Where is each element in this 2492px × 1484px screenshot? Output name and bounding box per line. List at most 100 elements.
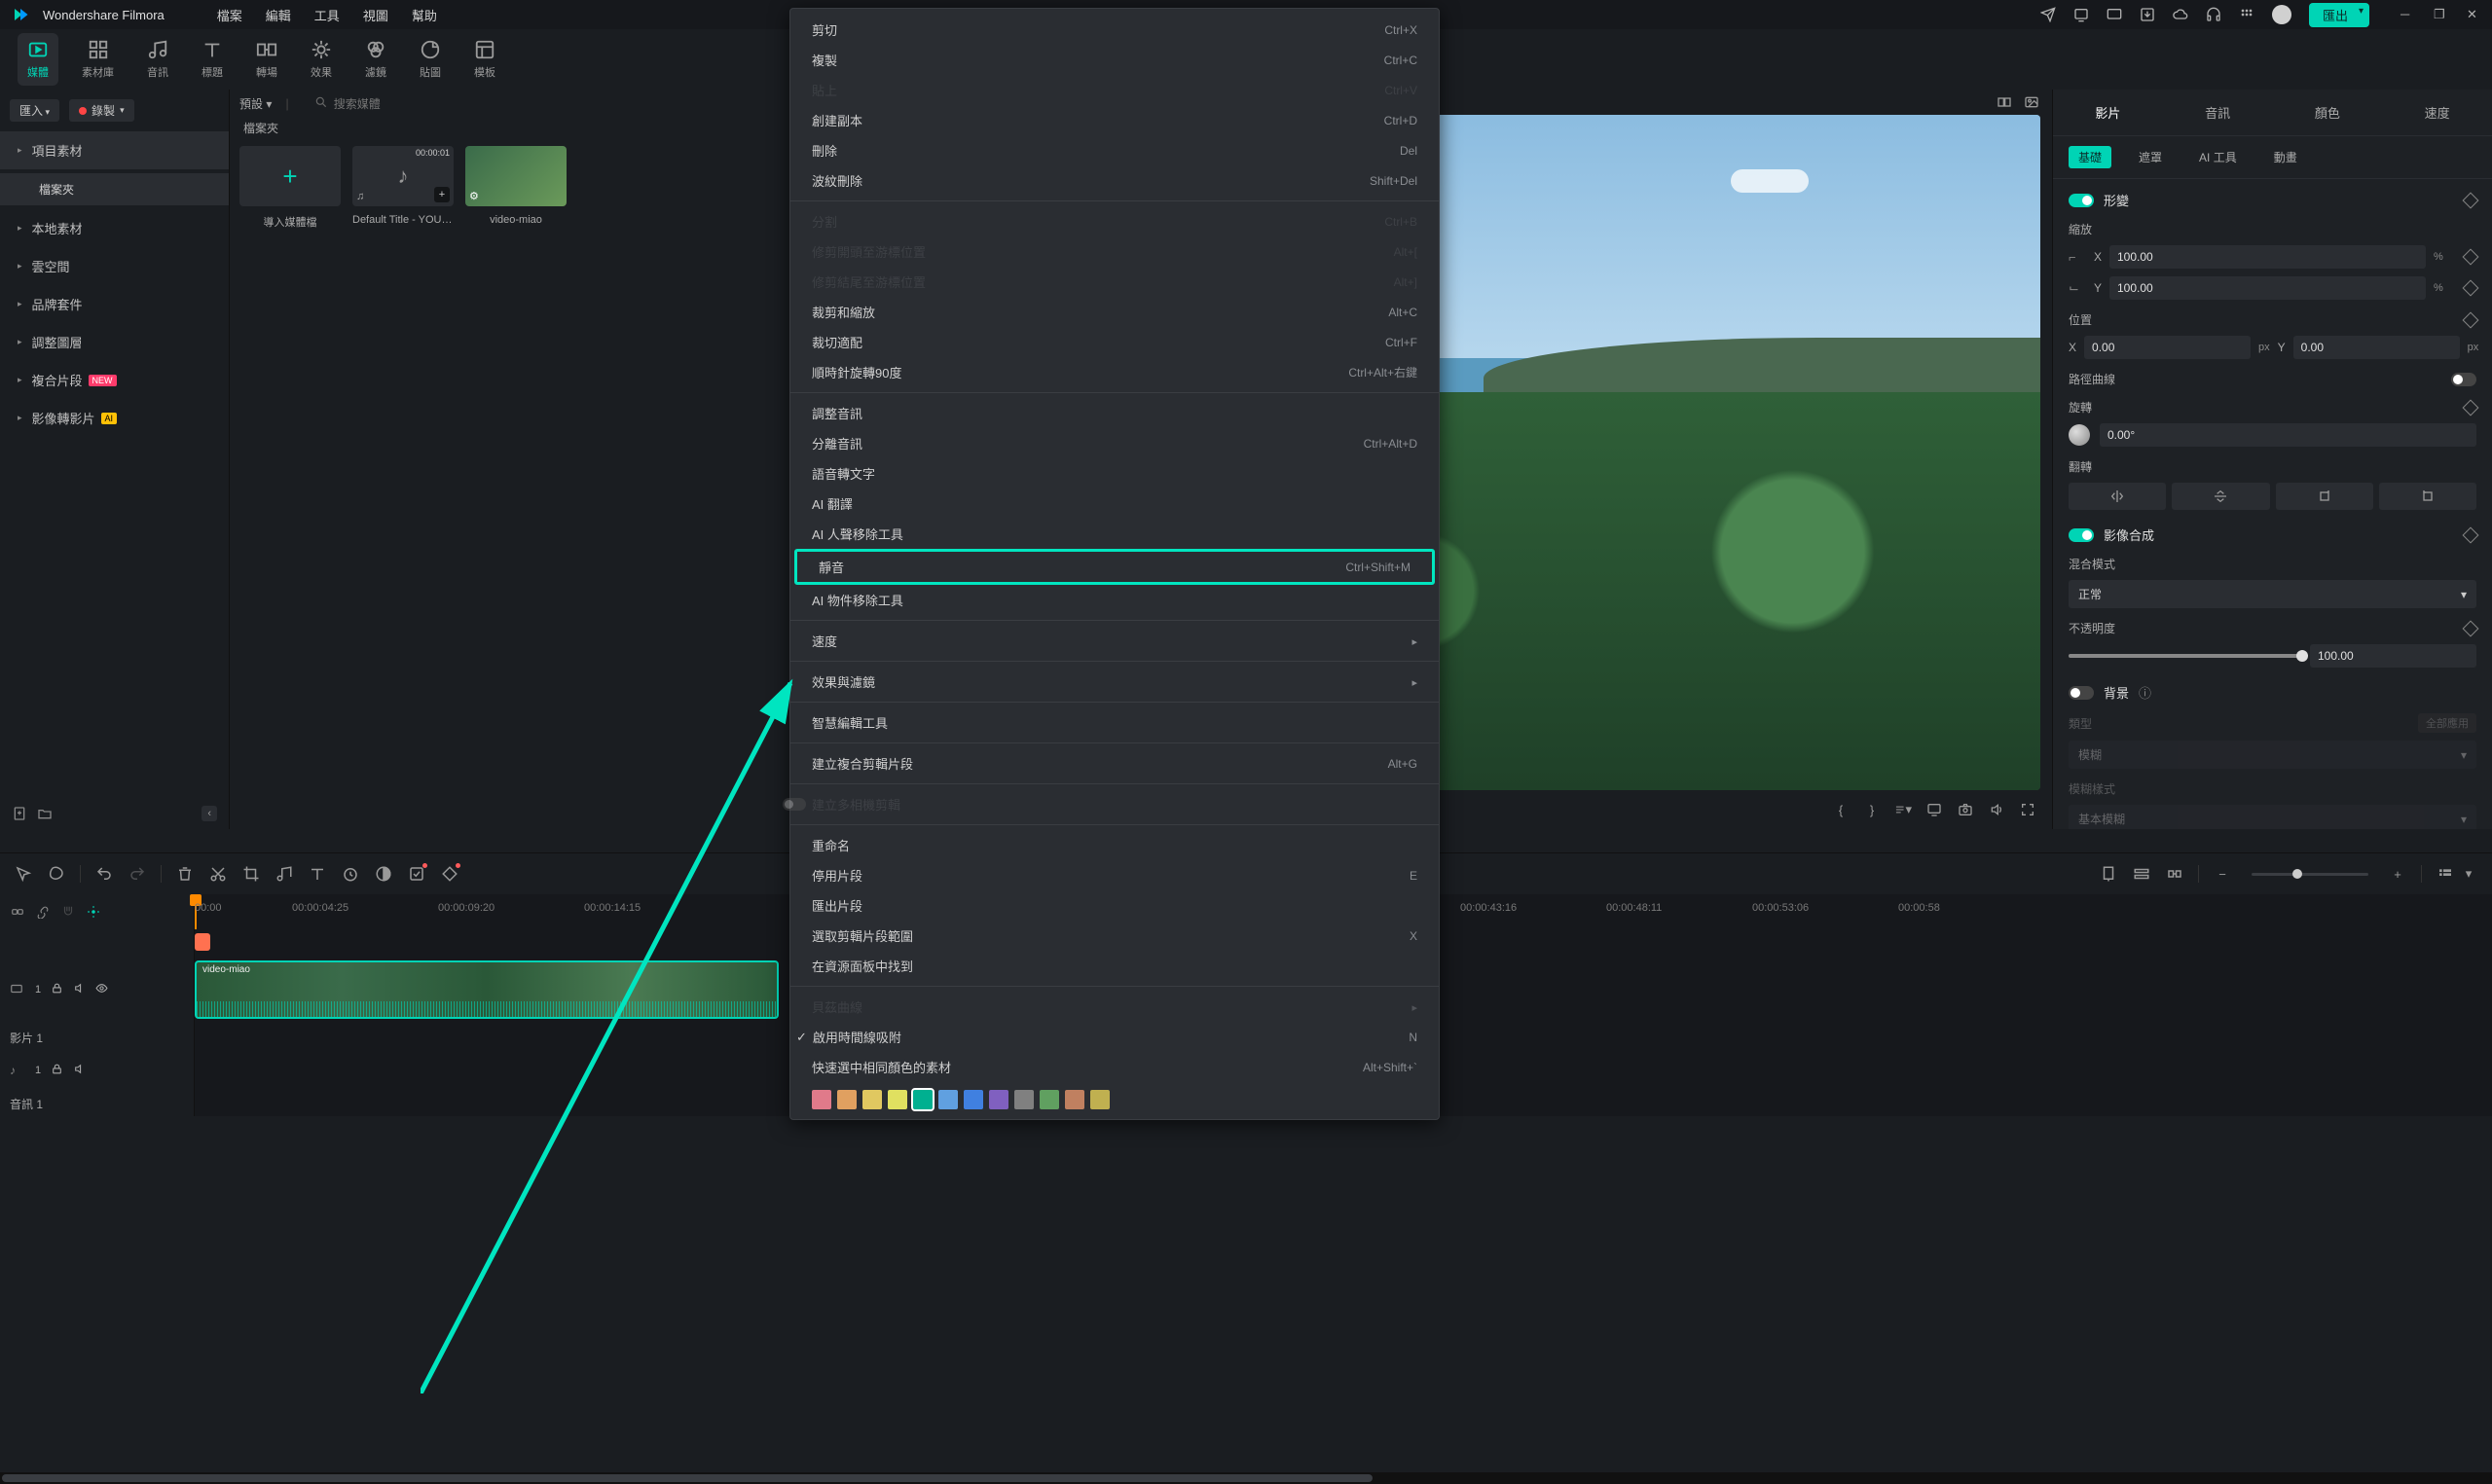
ctx-item[interactable]: 在資源面板中找到: [790, 951, 1439, 981]
ripple-tool-icon[interactable]: [2165, 864, 2184, 884]
menu-edit[interactable]: 編輯: [266, 6, 291, 24]
brace-open-icon[interactable]: {: [1832, 801, 1850, 818]
import-dropdown[interactable]: 匯入: [10, 99, 59, 122]
thumb-import[interactable]: + 導入媒體檔: [239, 146, 341, 230]
zoom-slider[interactable]: [2252, 873, 2368, 876]
tab-transitions[interactable]: 轉場: [246, 33, 287, 86]
ctx-item[interactable]: 重命名: [790, 830, 1439, 860]
picture-icon[interactable]: [2023, 93, 2040, 111]
ctx-item[interactable]: 裁切適配Ctrl+F: [790, 327, 1439, 357]
ctx-item[interactable]: 建立複合剪輯片段Alt+G: [790, 748, 1439, 778]
snapshot-icon[interactable]: [1957, 801, 1974, 818]
maximize-icon[interactable]: ❐: [2434, 7, 2447, 22]
ctx-item[interactable]: 剪切Ctrl+X: [790, 15, 1439, 45]
ctx-item[interactable]: 智慧編輯工具: [790, 707, 1439, 738]
text-tool-icon[interactable]: [308, 864, 327, 884]
flip-v-button[interactable]: [2172, 483, 2269, 510]
auto-ripple-icon[interactable]: [86, 905, 101, 919]
close-icon[interactable]: ✕: [2467, 7, 2480, 22]
crop-icon[interactable]: [241, 864, 261, 884]
ctx-item[interactable]: 複製Ctrl+C: [790, 45, 1439, 75]
tab-templates[interactable]: 模板: [464, 33, 505, 86]
zoom-in-icon[interactable]: +: [2388, 864, 2407, 884]
send-icon[interactable]: [2040, 7, 2056, 22]
ctx-item[interactable]: 分離音訊Ctrl+Alt+D: [790, 428, 1439, 458]
bg-type-select[interactable]: 模糊▾: [2069, 741, 2476, 769]
tab-filters[interactable]: 濾鏡: [355, 33, 396, 86]
color-swatch[interactable]: [938, 1090, 958, 1109]
brace-close-icon[interactable]: }: [1863, 801, 1881, 818]
headphone-icon[interactable]: [2206, 7, 2221, 22]
pos-x-input[interactable]: [2084, 336, 2251, 359]
path-toggle[interactable]: [2451, 373, 2476, 386]
mute-icon[interactable]: [73, 1063, 86, 1078]
avatar[interactable]: [2272, 5, 2291, 24]
ctx-item[interactable]: 調整音訊: [790, 398, 1439, 428]
menu-file[interactable]: 檔案: [217, 6, 242, 24]
color-swatch[interactable]: [1014, 1090, 1034, 1109]
flip-h-button[interactable]: [2069, 483, 2166, 510]
ctx-item[interactable]: 快速選中相同顏色的素材Alt+Shift+`: [790, 1052, 1439, 1082]
ctx-item[interactable]: 停用片段E: [790, 860, 1439, 890]
ctx-item[interactable]: 創建副本Ctrl+D: [790, 105, 1439, 135]
tab-stickers[interactable]: 貼圖: [410, 33, 451, 86]
new-file-icon[interactable]: [12, 806, 27, 821]
insp-tab-audio[interactable]: 音訊: [2197, 101, 2238, 124]
insp-tab-color[interactable]: 顏色: [2307, 101, 2348, 124]
position-keyframe[interactable]: [2463, 311, 2479, 328]
color-tool-icon[interactable]: [374, 864, 393, 884]
color-swatch[interactable]: [1040, 1090, 1059, 1109]
color-swatch[interactable]: [989, 1090, 1008, 1109]
record-dropdown[interactable]: 錄製: [69, 99, 134, 122]
view-settings-icon[interactable]: ▾: [2459, 864, 2478, 884]
sidebar-item-local[interactable]: ▸本地素材: [0, 209, 229, 247]
ctx-item[interactable]: AI 人聲移除工具: [790, 519, 1439, 549]
ctx-item[interactable]: 靜音Ctrl+Shift+M: [794, 549, 1435, 585]
new-folder-icon[interactable]: [37, 806, 53, 821]
quality-dropdown[interactable]: ▾: [1894, 801, 1912, 818]
cut-icon[interactable]: [208, 864, 228, 884]
menu-help[interactable]: 幫助: [412, 6, 437, 24]
sort-dropdown[interactable]: 預設 ▾: [239, 95, 272, 112]
lock-icon[interactable]: [51, 1063, 63, 1078]
transform-keyframe-icon[interactable]: [2463, 192, 2479, 208]
sidebar-item-project[interactable]: ▸項目素材: [0, 131, 229, 169]
rotate-wheel[interactable]: [2069, 424, 2090, 446]
sidebar-item-img2vid[interactable]: ▸影像轉影片AI: [0, 399, 229, 437]
effects-tool-icon[interactable]: [407, 864, 426, 884]
ctx-item[interactable]: 選取剪輯片段範圍X: [790, 921, 1439, 951]
device-icon[interactable]: [2073, 7, 2089, 22]
opacity-keyframe[interactable]: [2463, 620, 2479, 636]
ctx-item[interactable]: 啟用時間線吸附N: [790, 1022, 1439, 1052]
eye-icon[interactable]: [95, 982, 108, 997]
keyframe-tool-icon[interactable]: [440, 864, 459, 884]
export-button[interactable]: 匯出: [2309, 3, 2369, 27]
redo-icon[interactable]: [128, 864, 147, 884]
sidebar-folder[interactable]: 檔案夾: [0, 173, 229, 205]
ctx-item[interactable]: AI 物件移除工具: [790, 585, 1439, 615]
rotate-keyframe[interactable]: [2463, 399, 2479, 416]
add-to-timeline-icon[interactable]: +: [434, 187, 450, 202]
insp-sub-basic[interactable]: 基礎: [2069, 146, 2111, 168]
color-swatch[interactable]: [837, 1090, 857, 1109]
speed-tool-icon[interactable]: [341, 864, 360, 884]
color-swatch[interactable]: [862, 1090, 882, 1109]
insp-sub-mask[interactable]: 遮罩: [2129, 146, 2172, 168]
opacity-input[interactable]: [2310, 644, 2476, 668]
download-icon[interactable]: [2140, 7, 2155, 22]
tab-effects[interactable]: 效果: [301, 33, 342, 86]
insp-tab-speed[interactable]: 速度: [2417, 101, 2458, 124]
menu-tools[interactable]: 工具: [314, 6, 340, 24]
rotate-cw-button[interactable]: [2276, 483, 2373, 510]
composite-toggle[interactable]: [2069, 528, 2094, 542]
ctx-item[interactable]: 效果與濾鏡: [790, 667, 1439, 697]
scale-x-input[interactable]: [2109, 245, 2426, 269]
sidebar-item-brand[interactable]: ▸品牌套件: [0, 285, 229, 323]
ctx-item[interactable]: 波紋刪除Shift+Del: [790, 165, 1439, 196]
sidebar-item-compound[interactable]: ▸複合片段NEW: [0, 361, 229, 399]
color-swatch[interactable]: [812, 1090, 831, 1109]
volume-icon[interactable]: [1988, 801, 2005, 818]
composite-keyframe[interactable]: [2463, 526, 2479, 543]
link-bottom-icon[interactable]: ⌙: [2069, 280, 2080, 296]
thumb-video[interactable]: ⚙ video-miao: [465, 146, 567, 230]
